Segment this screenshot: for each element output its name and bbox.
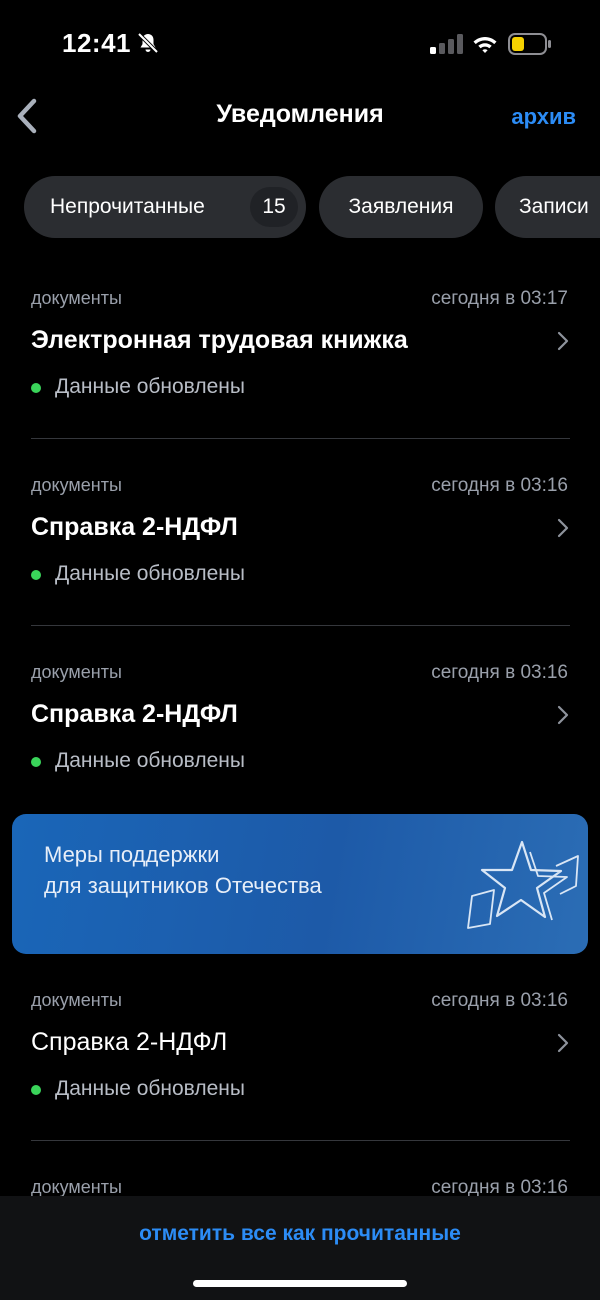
notifications-screen: 12:41 Уведомления архив Непрочитанные 15…	[0, 0, 600, 1300]
signal-icon	[430, 34, 463, 54]
chevron-right-icon	[557, 331, 569, 351]
chevron-right-icon	[557, 1033, 569, 1053]
notification-title: Справка 2-НДФЛ	[31, 700, 238, 728]
notification-title: Справка 2-НДФЛ	[31, 513, 238, 541]
notification-item[interactable]: документы сегодня в 03:16 Справка 2-НДФЛ…	[31, 990, 570, 1170]
banner-text-line2: для защитников Отечества	[44, 873, 322, 898]
status-dot-icon	[31, 383, 41, 393]
wifi-icon	[473, 37, 497, 53]
filter-chip-applications[interactable]: Заявления	[319, 176, 483, 238]
mark-all-read-button[interactable]: отметить все как прочитанные	[0, 1222, 600, 1246]
filter-chips: Непрочитанные 15 Заявления Записи	[24, 176, 600, 238]
notification-title: Электронная трудовая книжка	[31, 326, 408, 354]
bottom-action-bar: отметить все как прочитанные	[0, 1196, 600, 1300]
notification-time: сегодня в 03:16	[431, 662, 568, 683]
notification-time: сегодня в 03:17	[431, 288, 568, 309]
divider	[31, 1140, 570, 1141]
chevron-right-icon	[557, 705, 569, 725]
unread-count-badge: 15	[250, 187, 298, 227]
status-bar: 12:41	[0, 0, 600, 90]
notification-category: документы	[31, 475, 122, 495]
filter-chip-label: Заявления	[348, 195, 454, 218]
status-dot-icon	[31, 757, 41, 767]
filter-chip-label: Непрочитанные	[50, 195, 205, 218]
page-title: Уведомления	[216, 100, 384, 128]
notification-category: документы	[31, 990, 122, 1010]
battery-icon	[508, 33, 551, 55]
chevron-right-icon	[557, 518, 569, 538]
status-dot-icon	[31, 570, 41, 580]
bell-off-icon	[137, 32, 159, 54]
status-time: 12:41	[62, 28, 131, 58]
notification-title: Справка 2-НДФЛ	[31, 1028, 228, 1056]
notification-category: документы	[31, 288, 122, 308]
notification-category: документы	[31, 662, 122, 682]
divider	[31, 438, 570, 439]
notification-item[interactable]: документы сегодня в 03:16 Справка 2-НДФЛ…	[31, 475, 570, 655]
divider	[31, 625, 570, 626]
home-indicator[interactable]	[193, 1280, 407, 1287]
notification-status: Данные обновлены	[55, 749, 245, 772]
filter-chip-records[interactable]: Записи	[495, 176, 600, 238]
notification-item[interactable]: документы сегодня в 03:17 Электронная тр…	[31, 288, 570, 468]
support-measures-banner[interactable]: Меры поддержки для защитников Отечества	[12, 814, 588, 954]
status-dot-icon	[31, 1085, 41, 1095]
filter-chip-unread[interactable]: Непрочитанные 15	[24, 176, 306, 238]
notification-status: Данные обновлены	[55, 562, 245, 585]
filter-chip-label: Записи	[519, 195, 589, 218]
notification-status: Данные обновлены	[55, 375, 245, 398]
banner-text-line1: Меры поддержки	[44, 842, 220, 867]
notification-status: Данные обновлены	[55, 1077, 245, 1100]
notification-time: сегодня в 03:16	[431, 990, 568, 1011]
notification-time: сегодня в 03:16	[431, 475, 568, 496]
star-icon	[467, 840, 579, 929]
archive-link[interactable]: архив	[511, 104, 576, 130]
notification-category: документы	[31, 1177, 122, 1197]
